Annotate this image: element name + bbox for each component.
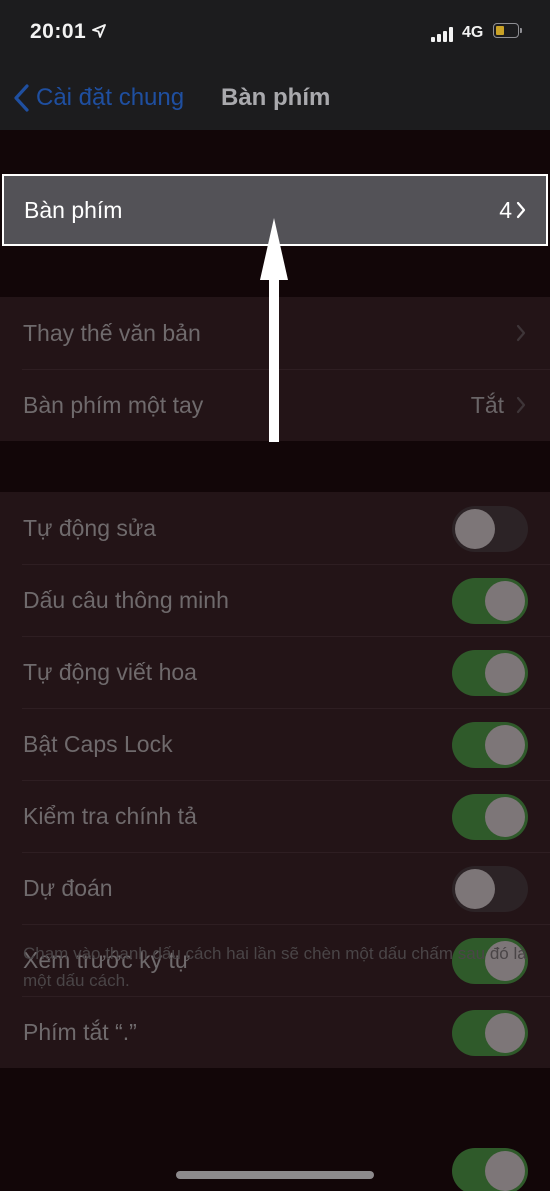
- toggle-row-caps-lock: Bật Caps Lock: [0, 708, 550, 780]
- navigation-bar: Cài đặt chung Bàn phím: [0, 64, 550, 130]
- row-label: Phím tắt “.”: [23, 1019, 137, 1045]
- location-arrow-icon: [92, 24, 106, 38]
- settings-screen: 20:01 4G Cài đặt chung Bàn phím Bàn phím…: [0, 0, 550, 1191]
- status-bar: 20:01 4G: [0, 0, 550, 64]
- chevron-right-icon: [516, 201, 526, 219]
- toggle-row-smart-punctuation: Dấu câu thông minh: [0, 564, 550, 636]
- row-label: Bàn phím một tay: [23, 392, 204, 418]
- status-time: 20:01: [30, 20, 87, 43]
- home-indicator[interactable]: [176, 1171, 374, 1179]
- auto-correct-switch[interactable]: [452, 506, 528, 552]
- spell-check-switch[interactable]: [452, 794, 528, 840]
- row-value: Tắt: [470, 392, 504, 418]
- network-type: 4G: [462, 24, 484, 41]
- toggle-row-spell-check: Kiểm tra chính tả: [0, 780, 550, 852]
- signal-bars-icon: [431, 26, 457, 42]
- chevron-right-icon: [516, 324, 526, 342]
- up-arrow-icon: [260, 218, 288, 442]
- keyboards-row-label: Bàn phím: [24, 197, 123, 223]
- chevron-right-icon: [516, 396, 526, 414]
- row-label: Bật Caps Lock: [23, 731, 173, 757]
- back-button-label: Cài đặt chung: [36, 84, 185, 111]
- toggle-row-period-shortcut: Phím tắt “.”: [0, 996, 550, 1068]
- partial-switch[interactable]: [452, 1148, 528, 1191]
- row-label: Tự động viết hoa: [23, 659, 197, 685]
- back-button[interactable]: Cài đặt chung: [12, 82, 184, 114]
- chevron-left-icon: [14, 84, 29, 112]
- row-label: Dự đoán: [23, 875, 113, 901]
- row-label: Tự động sửa: [23, 515, 157, 541]
- battery-icon: [493, 23, 523, 40]
- auto-capitalization-switch[interactable]: [452, 650, 528, 696]
- footnote: Chạm vào thanh dấu cách hai lần sẽ chèn …: [23, 944, 527, 990]
- row-label: Kiểm tra chính tả: [23, 803, 197, 829]
- period-shortcut-switch[interactable]: [452, 1010, 528, 1056]
- keyboards-count: 4: [499, 197, 512, 223]
- smart-punctuation-switch[interactable]: [452, 578, 528, 624]
- toggle-row-auto-capitalization: Tự động viết hoa: [0, 636, 550, 708]
- toggle-row-predictive: Dự đoán: [0, 852, 550, 924]
- row-label: Dấu câu thông minh: [23, 587, 229, 613]
- toggle-row-auto-correct: Tự động sửa: [0, 492, 550, 564]
- row-label: Thay thế văn bản: [23, 320, 201, 346]
- predictive-switch[interactable]: [452, 866, 528, 912]
- caps-lock-switch[interactable]: [452, 722, 528, 768]
- page-title: Bàn phím: [221, 84, 331, 111]
